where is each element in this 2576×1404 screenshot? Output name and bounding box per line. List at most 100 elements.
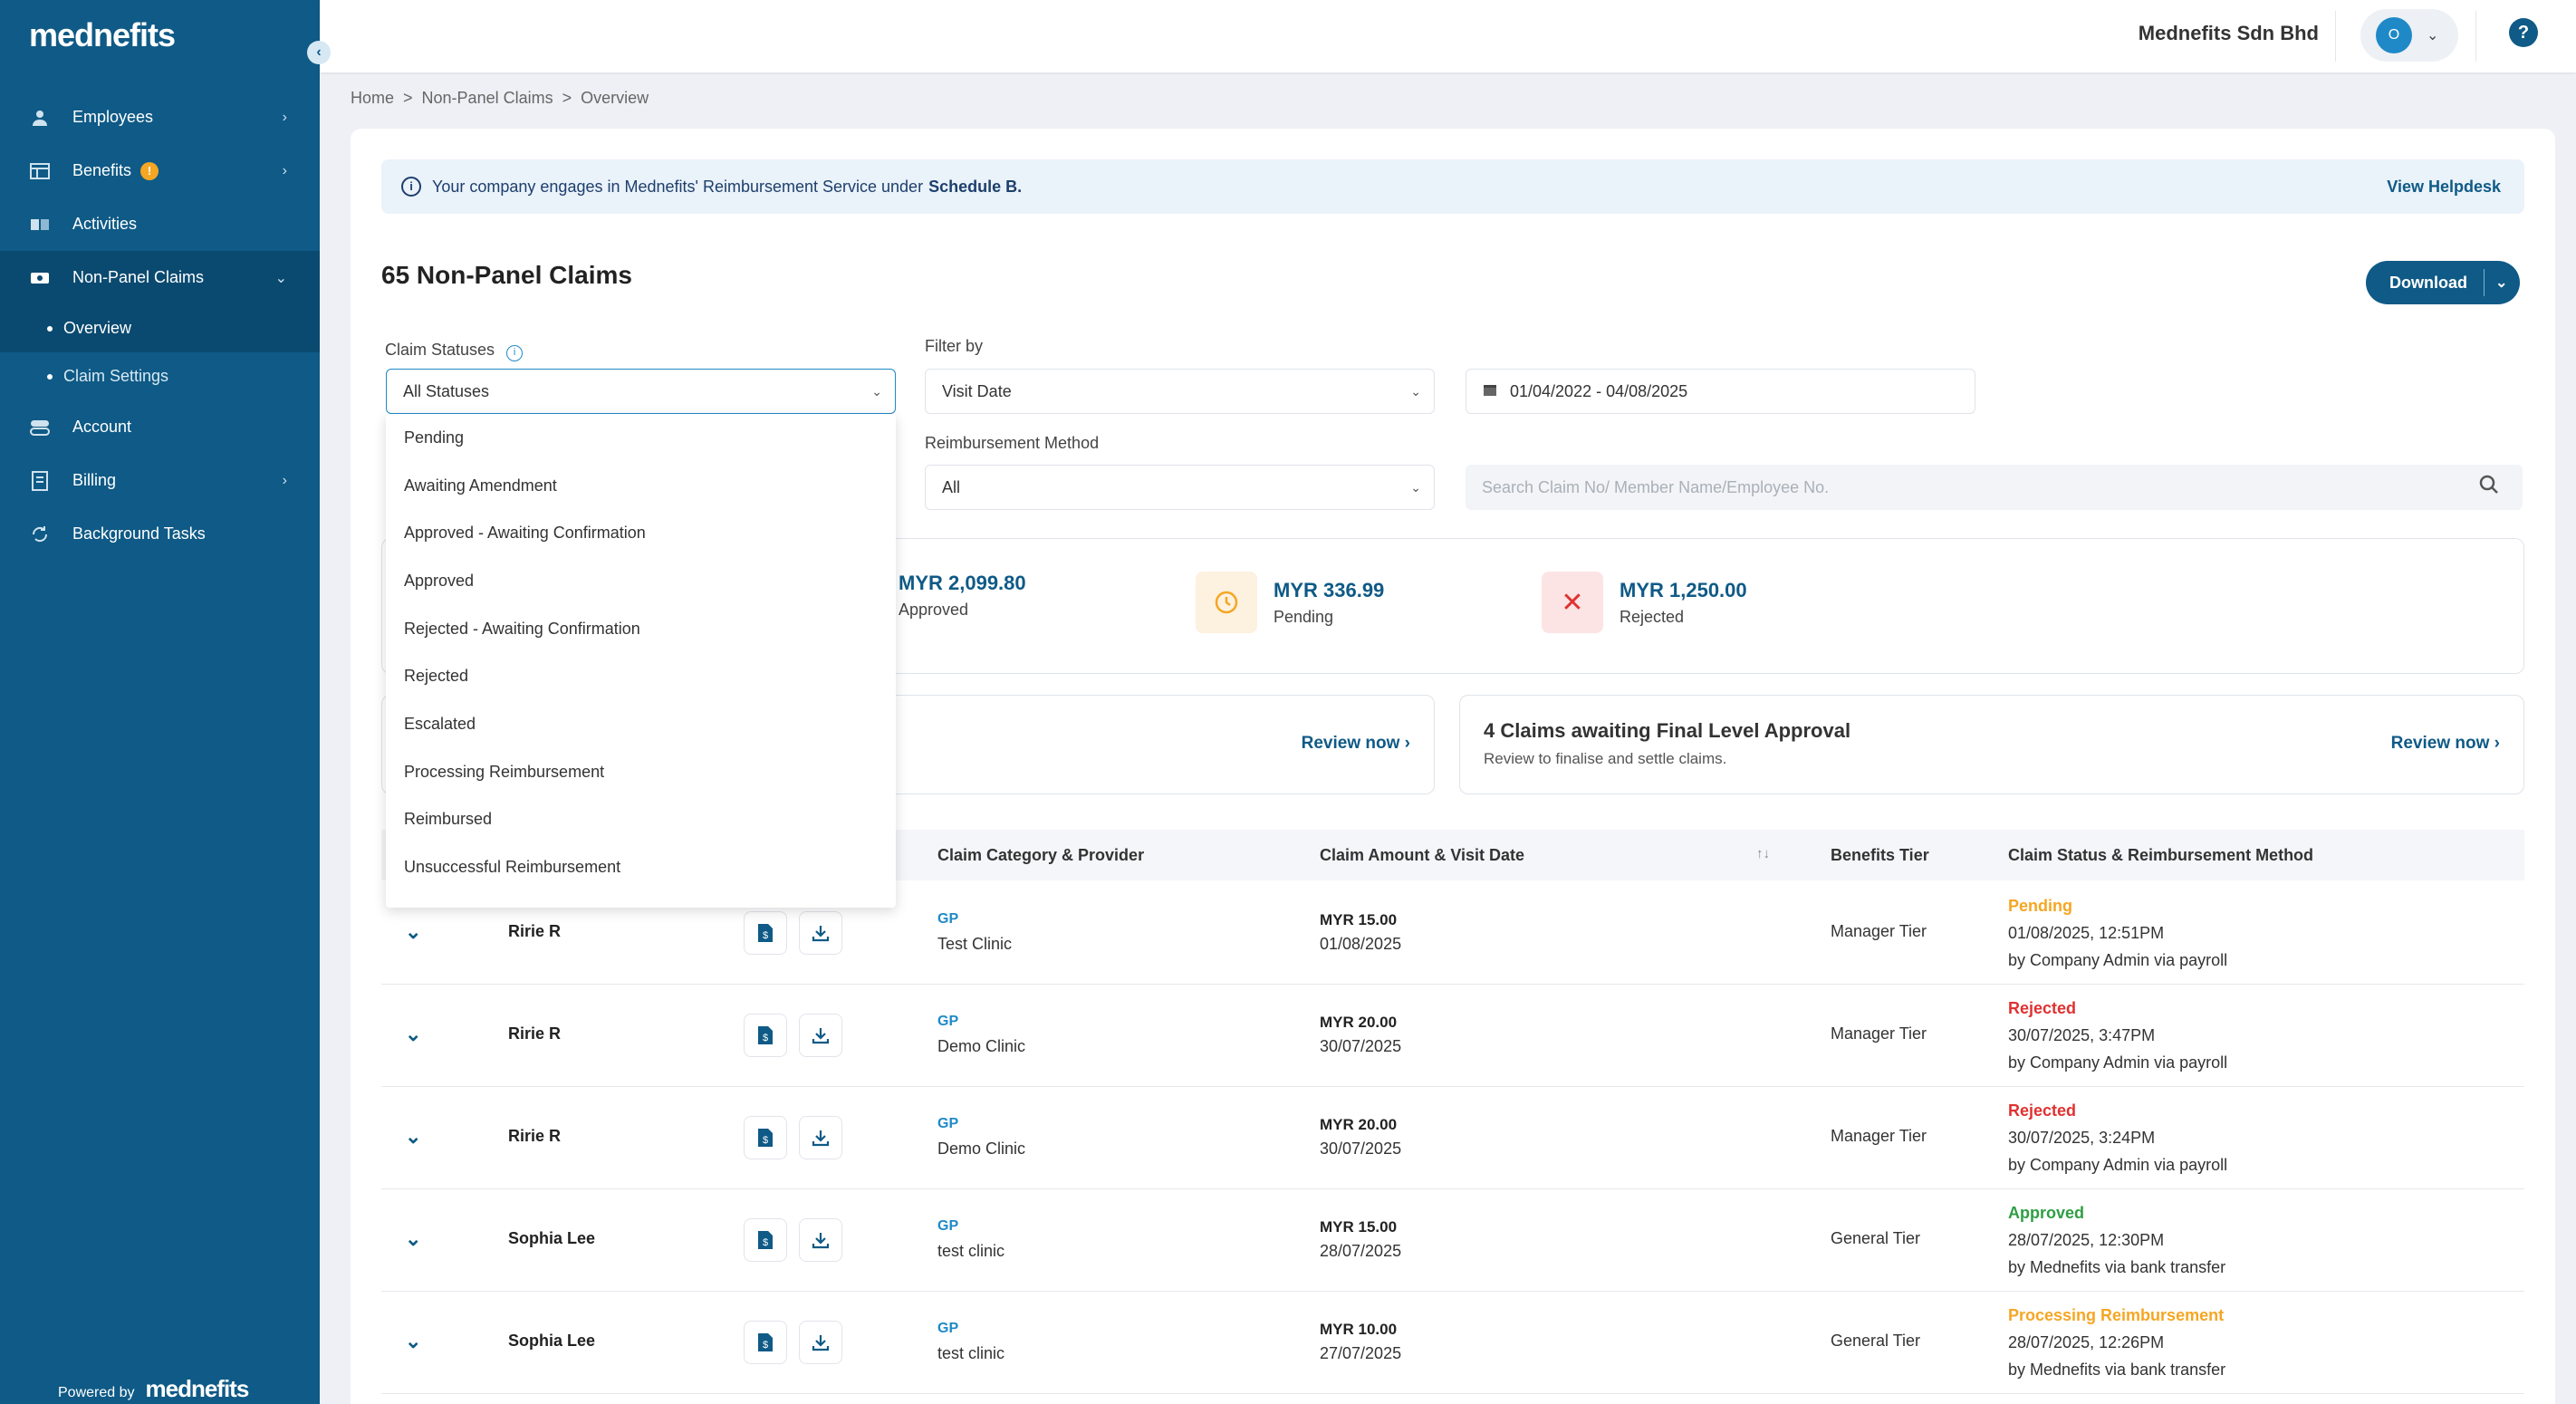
status-date: 01/08/2025, 12:51PM [2008,924,2165,942]
review-now-link[interactable]: Review now › [1302,734,1410,754]
status-date: 30/07/2025, 3:47PM [2008,1026,2156,1044]
reimbursement-method: by Company Admin via payroll [2008,1053,2228,1072]
chevron-down-icon: ⌄ [1410,383,1421,399]
svg-text:$: $ [763,1033,768,1043]
sidebar-item-account[interactable]: Account [0,400,320,454]
download-button[interactable]: Download ⌄ [2366,261,2520,304]
benefits-tier: General Tier [1831,1229,1921,1247]
claim-status: Approved [2008,1204,2085,1222]
breadcrumb-home[interactable]: Home [351,89,394,108]
sidebar-subitem-overview[interactable]: Overview [0,304,320,352]
book-icon [29,215,51,235]
download-icon[interactable] [799,911,842,955]
clock-icon [1196,572,1257,633]
view-helpdesk-link[interactable]: View Helpdesk [2387,178,2501,197]
svg-text:$: $ [763,1340,768,1351]
svg-text:$: $ [763,930,768,941]
chevron-down-icon: ⌄ [1410,479,1421,495]
close-icon: ✕ [1542,572,1603,633]
search-icon[interactable] [2479,475,2499,501]
reimbursement-method-value: All [942,477,961,496]
sidebar-item-background-tasks[interactable]: Background Tasks [0,507,320,561]
avatar: O [2376,17,2412,53]
dropdown-option[interactable]: Escalated [386,700,896,748]
page-title: 65 Non-Panel Claims [381,261,632,289]
breadcrumb-separator: > [562,89,572,107]
dropdown-option[interactable]: Processing Reimbursement [386,748,896,796]
powered-by: Powered by mednefits [58,1375,250,1403]
sidebar-item-non-panel-claims[interactable]: Non-Panel Claims ⌄ [0,251,320,304]
table-row: ⌄ Ririe R $ GP Demo Clinic MYR 20.00 30/07/202… [381,1087,2524,1189]
expand-chevron-icon[interactable]: ⌄ [405,1023,421,1046]
claim-category: GP [937,1218,959,1234]
approved-summary: MYR 2,099.80 Approved [899,572,1026,620]
help-icon[interactable]: ? [2509,18,2538,47]
final-approval-subtitle: Review to finalise and settle claims. [1484,750,1727,767]
column-header-tier: Benefits Tier [1831,846,1929,864]
sort-icon[interactable]: ↑↓ [1756,846,1770,861]
dropdown-option[interactable]: Awaiting Amendment [386,462,896,510]
receipt-file-icon[interactable]: $ [744,1116,787,1159]
receipt-file-icon[interactable]: $ [744,1218,787,1262]
download-icon[interactable] [799,1321,842,1364]
dropdown-option[interactable]: Approved [386,557,896,605]
dropdown-option[interactable]: Pending [386,414,896,462]
account-menu-button[interactable]: O ⌄ [2360,9,2458,62]
status-date: 28/07/2025, 12:26PM [2008,1333,2165,1351]
claim-category: GP [937,1116,959,1131]
search-input[interactable]: Search Claim No/ Member Name/Employee No… [1466,465,2523,510]
divider [2475,11,2476,62]
claim-status: Pending [2008,897,2072,915]
claim-category: GP [937,1014,959,1029]
receipt-file-icon[interactable]: $ [744,1014,787,1057]
breadcrumb-non-panel-claims[interactable]: Non-Panel Claims [422,89,553,108]
receipt-file-icon[interactable]: $ [744,1321,787,1364]
download-icon[interactable] [799,1116,842,1159]
expand-chevron-icon[interactable]: ⌄ [405,1125,421,1149]
download-icon[interactable] [799,1218,842,1262]
pending-summary: MYR 336.99 Pending [1196,572,1384,633]
sidebar-item-label: Benefits [72,161,132,179]
reimbursement-method-select[interactable]: All ⌄ [925,465,1435,510]
pending-amount: MYR 336.99 [1274,578,1385,601]
download-icon[interactable] [799,1014,842,1057]
chevron-down-icon[interactable]: ⌄ [2495,274,2507,292]
dropdown-option[interactable]: Approved - Awaiting Confirmation [386,509,896,557]
dropdown-option[interactable]: Unsuccessful Reimbursement [386,843,896,891]
sidebar-item-benefits[interactable]: Benefits ! › [0,144,320,197]
member-name: Ririe R [508,922,562,940]
dropdown-option[interactable]: Rejected [386,652,896,700]
visit-date: 30/07/2025 [1320,1140,1402,1158]
chevron-down-icon: ⌄ [2427,28,2439,43]
claim-statuses-dropdown: Pending Awaiting Amendment Approved - Aw… [386,414,896,908]
divider [2335,11,2336,62]
calendar-icon [1483,382,1497,401]
column-header-category: Claim Category & Provider [937,846,1145,864]
date-range-value: 01/04/2022 - 04/08/2025 [1510,381,1688,400]
receipt-file-icon[interactable]: $ [744,911,787,955]
filter-by-select[interactable]: Visit Date ⌄ [925,369,1435,414]
sidebar-subitem-claim-settings[interactable]: Claim Settings [0,352,320,400]
claim-statuses-select[interactable]: All Statuses ⌄ [386,369,896,414]
visit-date: 01/08/2025 [1320,935,1402,953]
sidebar-item-employees[interactable]: Employees › [0,91,320,144]
dropdown-option[interactable]: Rejected - Awaiting Confirmation [386,605,896,653]
expand-chevron-icon[interactable]: ⌄ [405,1227,421,1251]
expand-chevron-icon[interactable]: ⌄ [405,1330,421,1353]
review-now-link[interactable]: Review now › [2391,734,2500,754]
filter-by-label: Filter by [925,337,984,355]
date-range-picker[interactable]: 01/04/2022 - 04/08/2025 [1466,369,1975,414]
dropdown-option[interactable]: Reimbursed [386,796,896,844]
sidebar-item-label: Employees [72,108,154,126]
member-name: Sophia Lee [508,1229,596,1247]
mednefits-footer-logo: mednefits [145,1375,250,1402]
final-approval-title: 4 Claims awaiting Final Level Approval [1484,719,1851,742]
sidebar-item-activities[interactable]: Activities [0,197,320,251]
info-schedule: Schedule B. [928,177,1023,196]
toggle-icon [29,418,51,438]
sidebar-item-billing[interactable]: Billing › [0,454,320,507]
expand-chevron-icon[interactable]: ⌄ [405,920,421,944]
sidebar-item-label: Background Tasks [72,524,206,543]
collapse-sidebar-button[interactable]: ‹ [307,41,331,64]
bullet-icon [47,373,53,380]
